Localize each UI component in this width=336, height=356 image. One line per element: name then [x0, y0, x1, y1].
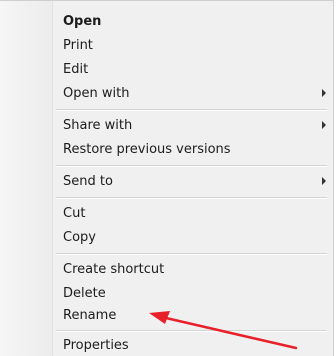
menu-item-edit-label: Edit: [63, 61, 89, 77]
menu-item-rename[interactable]: Rename: [56, 304, 329, 326]
context-menu: Open Print Edit Open with Share with Res…: [0, 0, 334, 356]
menu-item-restore-previous-versions[interactable]: Restore previous versions: [56, 138, 329, 160]
submenu-arrow-icon: [322, 177, 326, 185]
menu-item-cut[interactable]: Cut: [56, 202, 329, 224]
menu-item-delete-label: Delete: [63, 285, 106, 301]
menu-item-open-label: Open: [63, 13, 102, 29]
menu-item-restore-label: Restore previous versions: [63, 141, 231, 157]
menu-separator: [56, 197, 327, 199]
menu-item-send-to[interactable]: Send to: [56, 170, 329, 192]
submenu-arrow-icon: [322, 89, 326, 97]
menu-item-create-shortcut[interactable]: Create shortcut: [56, 258, 329, 280]
menu-item-cut-label: Cut: [63, 205, 86, 221]
menu-item-send-to-label: Send to: [63, 173, 113, 189]
menu-item-copy-label: Copy: [63, 229, 96, 245]
menu-separator: [56, 330, 327, 332]
menu-item-edit[interactable]: Edit: [56, 58, 329, 80]
submenu-arrow-icon: [322, 121, 326, 129]
menu-item-properties-label: Properties: [63, 337, 129, 353]
menu-separator: [56, 165, 327, 167]
menu-item-copy[interactable]: Copy: [56, 226, 329, 248]
icon-gutter: [0, 1, 53, 356]
menu-item-properties[interactable]: Properties: [56, 334, 329, 356]
menu-item-share-with-label: Share with: [63, 117, 133, 133]
menu-item-open-with[interactable]: Open with: [56, 82, 329, 104]
menu-item-open-with-label: Open with: [63, 85, 130, 101]
menu-item-print[interactable]: Print: [56, 34, 329, 56]
menu-item-share-with[interactable]: Share with: [56, 114, 329, 136]
menu-separator: [56, 253, 327, 255]
menu-item-open[interactable]: Open: [56, 10, 329, 32]
menu-item-delete[interactable]: Delete: [56, 282, 329, 304]
menu-separator: [56, 109, 327, 111]
menu-item-print-label: Print: [63, 37, 93, 53]
menu-item-rename-label: Rename: [63, 307, 117, 323]
menu-item-create-shortcut-label: Create shortcut: [63, 261, 165, 277]
